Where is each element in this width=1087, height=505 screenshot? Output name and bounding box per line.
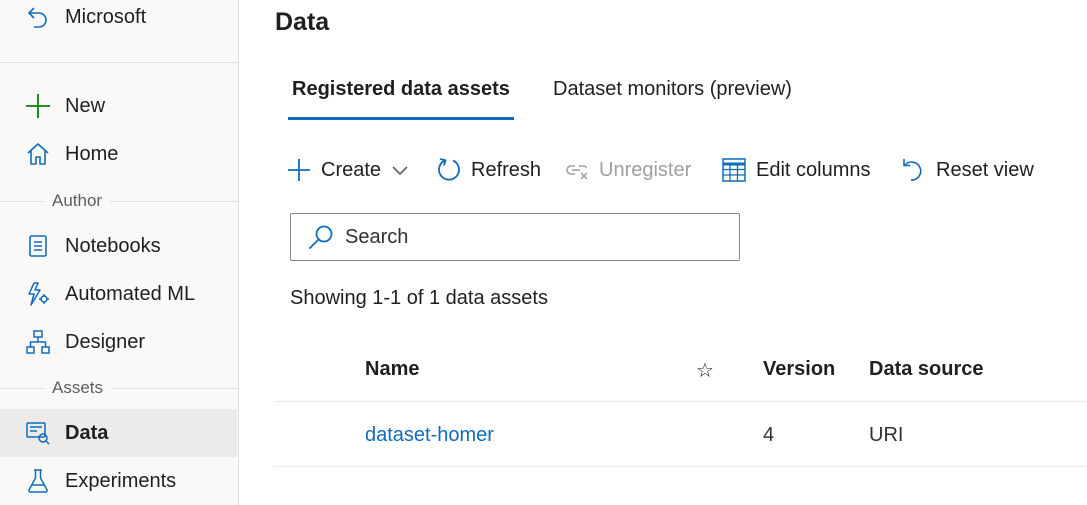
- create-label: Create: [321, 158, 382, 181]
- asset-name-link[interactable]: dataset-homer: [365, 424, 494, 447]
- tab-label: Dataset monitors (preview): [553, 78, 792, 100]
- favorite-star-icon[interactable]: ☆: [696, 358, 714, 383]
- create-button[interactable]: Create: [285, 150, 409, 190]
- workspace-back-button[interactable]: Microsoft: [0, 0, 237, 41]
- sidebar-item-new[interactable]: New: [0, 82, 237, 130]
- column-header-version[interactable]: Version: [763, 358, 835, 381]
- refresh-button[interactable]: Refresh: [435, 150, 541, 190]
- sidebar-item-designer[interactable]: Designer: [0, 318, 237, 366]
- unregister-label: Unregister: [599, 158, 692, 181]
- reset-view-button[interactable]: Reset view: [900, 150, 1034, 190]
- edit-columns-button[interactable]: Edit columns: [720, 150, 871, 190]
- notebook-icon: [24, 232, 52, 260]
- asset-data-source: URI: [869, 424, 904, 446]
- data-icon: [24, 419, 52, 447]
- unregister-button[interactable]: Unregister: [563, 150, 691, 190]
- tab-label: Registered data assets: [292, 78, 510, 100]
- chevron-down-icon: [391, 164, 409, 176]
- plus-icon: [285, 156, 313, 184]
- results-count: Showing 1-1 of 1 data assets: [290, 287, 548, 309]
- asset-version: 4: [763, 424, 775, 446]
- active-tab-indicator: [288, 117, 514, 120]
- sidebar-item-automated-ml[interactable]: Automated ML: [0, 270, 237, 318]
- search-box[interactable]: [290, 213, 740, 261]
- sidebar-item-data[interactable]: Data: [0, 409, 237, 457]
- undo-icon: [900, 156, 928, 184]
- table-header: Name ☆ Version Data source: [274, 340, 1087, 402]
- home-icon: [24, 140, 52, 168]
- section-header-label: Assets: [44, 376, 112, 400]
- sidebar-item-label: Notebooks: [65, 234, 161, 257]
- plus-icon: [24, 92, 52, 120]
- column-header-name[interactable]: Name: [365, 358, 419, 381]
- sidebar-item-label: Experiments: [65, 469, 177, 492]
- sidebar-item-label: Automated ML: [65, 282, 196, 305]
- table-columns-icon: [720, 156, 748, 184]
- refresh-icon: [435, 156, 463, 184]
- sidebar-item-notebooks[interactable]: Notebooks: [0, 222, 237, 270]
- sidebar-item-label: Home: [65, 142, 119, 165]
- flask-icon: [24, 467, 52, 495]
- section-header-label: Author: [44, 189, 111, 213]
- unlink-icon: [563, 156, 591, 184]
- main-content: Data Registered data assets Dataset moni…: [239, 0, 1087, 505]
- reset-view-label: Reset view: [936, 158, 1034, 181]
- column-header-data-source[interactable]: Data source: [869, 358, 984, 381]
- sidebar-item-label: New: [65, 94, 106, 117]
- tab-registered-data-assets[interactable]: Registered data assets: [288, 74, 514, 122]
- automated-ml-icon: [24, 280, 52, 308]
- search-input[interactable]: [345, 222, 725, 252]
- left-navigation: Microsoft New Home Author Notebooks Auto…: [0, 0, 239, 505]
- page-title: Data: [275, 8, 330, 36]
- refresh-label: Refresh: [471, 158, 542, 181]
- sidebar-item-home[interactable]: Home: [0, 130, 237, 178]
- section-header-author: Author: [0, 189, 238, 213]
- tab-dataset-monitors[interactable]: Dataset monitors (preview): [553, 74, 792, 122]
- designer-icon: [24, 328, 52, 356]
- table-row[interactable]: dataset-homer 4 URI: [274, 402, 1087, 467]
- sidebar-item-experiments[interactable]: Experiments: [0, 457, 237, 505]
- edit-columns-label: Edit columns: [756, 158, 871, 181]
- sidebar-divider: [0, 62, 238, 63]
- sidebar-item-label: Designer: [65, 330, 146, 353]
- sidebar-item-label: Data: [65, 421, 109, 444]
- back-arrow-icon: [24, 3, 52, 31]
- section-header-assets: Assets: [0, 376, 238, 400]
- workspace-label: Microsoft: [65, 5, 147, 28]
- search-icon: [307, 224, 335, 252]
